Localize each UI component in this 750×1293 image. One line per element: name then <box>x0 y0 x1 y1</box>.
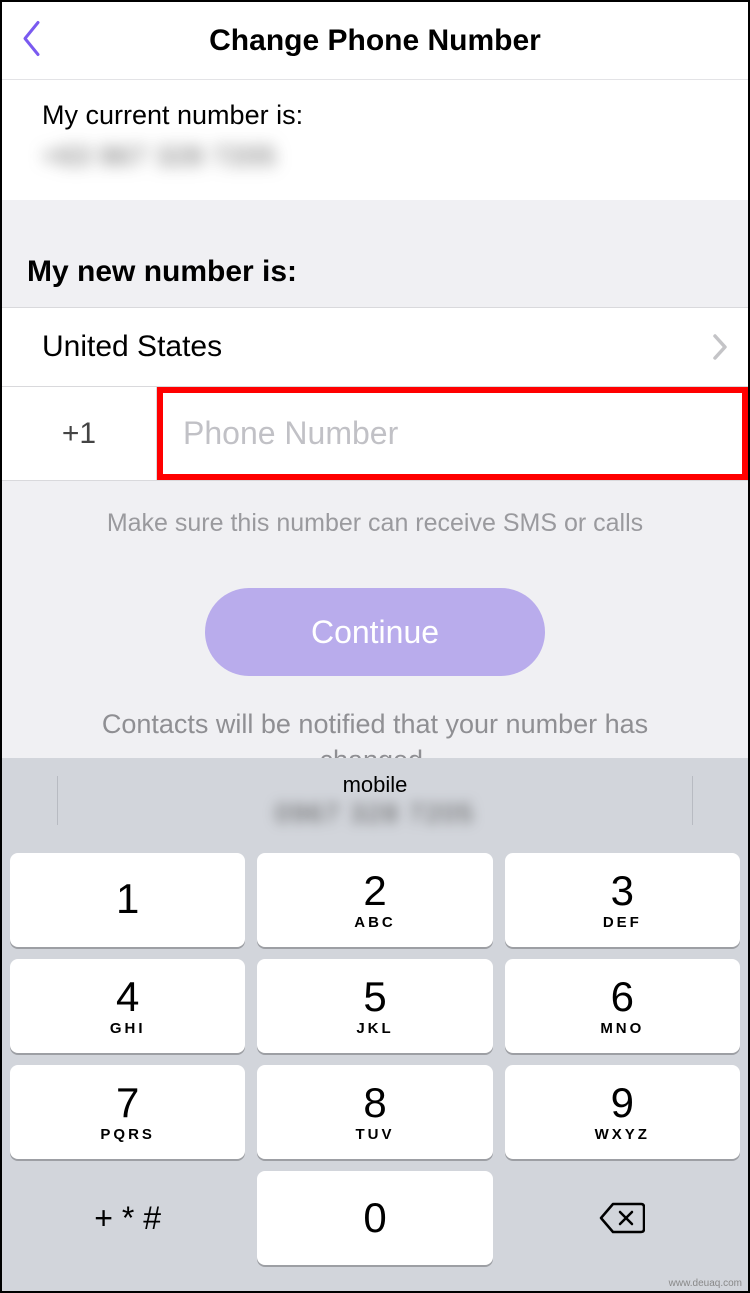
keyboard-suggestion[interactable]: mobile 0967 328 7205 <box>58 758 692 843</box>
sms-hint: Make sure this number can receive SMS or… <box>2 481 748 538</box>
key-5[interactable]: 5JKL <box>257 959 492 1053</box>
phone-input-row: +1 <box>2 387 748 481</box>
keyboard-suggestion-bar: mobile 0967 328 7205 <box>2 758 748 843</box>
new-number-header: My new number is: <box>2 200 748 307</box>
page-title: Change Phone Number <box>2 24 748 58</box>
keyboard: mobile 0967 328 7205 1 2ABC 3DEF 4GHI 5J… <box>2 758 748 1291</box>
current-number-label: My current number is: <box>42 100 708 131</box>
key-3[interactable]: 3DEF <box>505 853 740 947</box>
key-7[interactable]: 7PQRS <box>10 1065 245 1159</box>
chevron-right-icon <box>712 333 728 361</box>
key-6[interactable]: 6MNO <box>505 959 740 1053</box>
new-number-label: My new number is: <box>27 255 723 289</box>
current-number-section: My current number is: +63 967 328 7205 <box>2 80 748 200</box>
key-backspace[interactable] <box>505 1171 740 1265</box>
key-0[interactable]: 0 <box>257 1171 492 1265</box>
phone-input-highlight <box>157 387 748 480</box>
back-button[interactable] <box>20 19 42 62</box>
continue-button[interactable]: Continue <box>205 588 545 676</box>
key-symbols[interactable]: + * # <box>10 1171 245 1265</box>
current-number-value: +63 967 328 7205 <box>42 141 708 172</box>
header: Change Phone Number <box>2 2 748 80</box>
key-4[interactable]: 4GHI <box>10 959 245 1053</box>
dial-code: +1 <box>2 387 157 480</box>
suggestion-number: 0967 328 7205 <box>275 798 475 829</box>
key-2[interactable]: 2ABC <box>257 853 492 947</box>
phone-number-input[interactable] <box>163 393 742 474</box>
watermark: www.deuaq.com <box>669 1278 742 1289</box>
numeric-keypad: 1 2ABC 3DEF 4GHI 5JKL 6MNO 7PQRS 8TUV 9W… <box>2 843 748 1291</box>
key-9[interactable]: 9WXYZ <box>505 1065 740 1159</box>
country-selector[interactable]: United States <box>2 307 748 387</box>
country-name: United States <box>42 330 222 364</box>
key-1[interactable]: 1 <box>10 853 245 947</box>
key-8[interactable]: 8TUV <box>257 1065 492 1159</box>
chevron-left-icon <box>20 19 42 57</box>
backspace-icon <box>599 1201 645 1235</box>
suggestion-label: mobile <box>343 772 408 798</box>
